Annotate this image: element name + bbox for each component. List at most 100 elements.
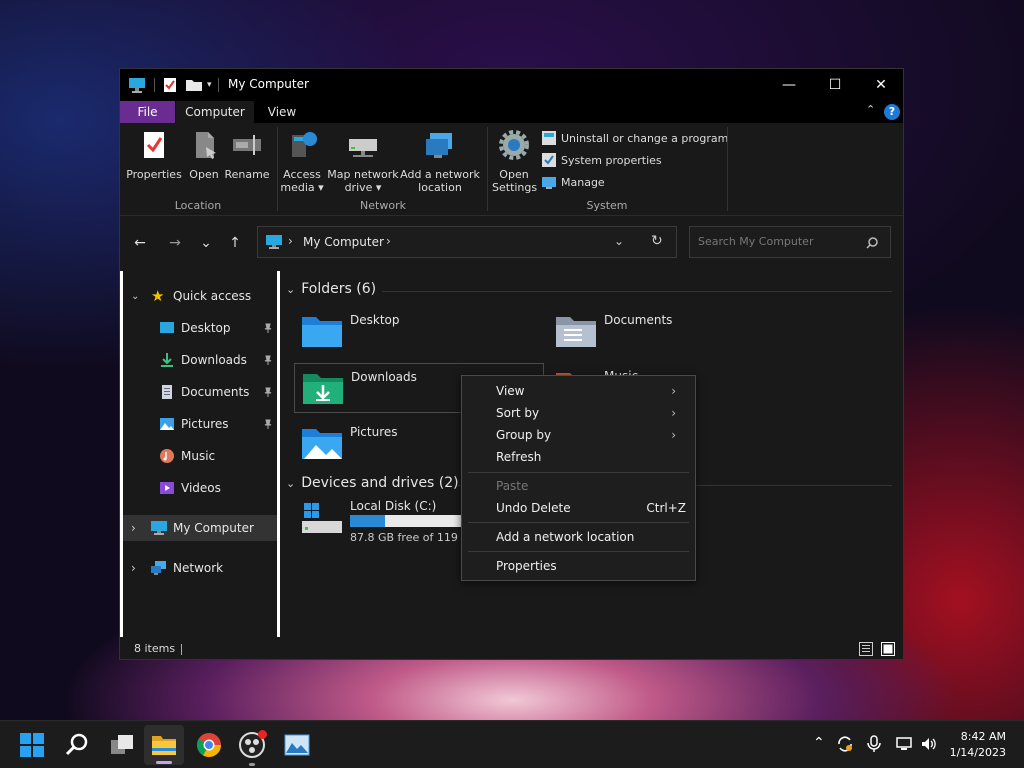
qa-dropdown-icon[interactable]: ▾ — [207, 80, 212, 90]
forward-button[interactable]: → — [165, 235, 185, 251]
close-button[interactable]: ✕ — [858, 69, 904, 101]
minimize-button[interactable]: — — [766, 69, 812, 101]
rename-button[interactable]: Rename — [224, 129, 270, 181]
chevron-right-icon[interactable]: › — [131, 521, 143, 535]
microphone-icon[interactable] — [865, 735, 883, 753]
menu-item-undo-delete[interactable]: Undo Delete Ctrl+Z — [496, 498, 686, 518]
search-box[interactable]: Search My Computer — [689, 226, 891, 258]
recent-locations-button[interactable]: ⌄ — [196, 235, 216, 251]
up-button[interactable]: ↑ — [225, 235, 245, 251]
breadcrumb-chevron-icon[interactable]: › — [288, 234, 293, 248]
properties-check-icon[interactable] — [163, 77, 177, 93]
breadcrumb-my-computer[interactable]: My Computer — [303, 235, 384, 249]
ribbon: Properties Open Rename Location Access m… — [120, 123, 903, 216]
pin-icon[interactable] — [263, 387, 273, 397]
drive-free-text: 87.8 GB free of 119 GB — [350, 531, 478, 544]
status-separator — [181, 644, 182, 655]
search-input[interactable]: Search My Computer — [698, 235, 813, 248]
photos-icon[interactable] — [283, 731, 311, 759]
ribbon-tabs: File Computer View ⌃ ? — [120, 101, 903, 123]
sidebar-item-my-computer[interactable]: › My Computer — [123, 515, 277, 541]
search-icon[interactable] — [866, 237, 878, 249]
sidebar-item-network[interactable]: › Network — [123, 555, 277, 581]
sync-icon[interactable] — [836, 735, 854, 753]
properties-icon — [144, 132, 164, 158]
window-title: My Computer — [228, 77, 309, 91]
volume-icon[interactable] — [920, 735, 938, 753]
system-properties-button[interactable]: System properties — [542, 151, 662, 169]
windows-start-icon[interactable] — [18, 731, 46, 759]
refresh-icon[interactable]: ↻ — [651, 233, 663, 249]
pin-icon[interactable] — [263, 323, 273, 333]
section-divider — [382, 291, 892, 292]
chevron-down-icon[interactable]: ⌄ — [286, 283, 295, 296]
properties-button[interactable]: Properties — [126, 129, 182, 181]
document-icon — [162, 385, 172, 399]
computer-icon — [129, 78, 145, 93]
network-status-icon[interactable] — [896, 735, 914, 753]
devices-group-header[interactable]: ⌄ Devices and drives (2) — [286, 475, 459, 491]
uninstall-icon — [542, 131, 556, 145]
sidebar-item-quick-access[interactable]: ⌄ ★ Quick access — [123, 283, 277, 309]
show-hidden-icons-icon[interactable]: ⌃ — [813, 735, 831, 753]
new-folder-icon[interactable] — [185, 78, 203, 92]
windows-drive-icon — [302, 503, 342, 533]
add-network-location-button[interactable]: Add a network location — [400, 129, 480, 194]
ribbon-separator — [487, 127, 488, 211]
taskbar: ⌃ 8:42 AM 1/14/2023 — [0, 720, 1024, 768]
open-button[interactable]: Open — [184, 129, 224, 181]
pin-icon[interactable] — [263, 355, 273, 365]
tab-file[interactable]: File — [120, 101, 175, 123]
menu-item-view[interactable]: View › — [496, 381, 686, 401]
computer-icon — [266, 235, 282, 249]
search-icon[interactable] — [63, 731, 91, 759]
map-network-drive-button[interactable]: Map network drive ▾ — [326, 129, 400, 194]
collapse-ribbon-icon[interactable]: ⌃ — [866, 103, 875, 116]
address-dropdown-icon[interactable]: ⌄ — [614, 234, 624, 248]
computer-icon — [151, 521, 167, 535]
chrome-icon[interactable] — [195, 731, 223, 759]
address-bar[interactable]: › My Computer › ⌄ ↻ — [257, 226, 677, 258]
menu-item-refresh[interactable]: Refresh — [496, 447, 686, 467]
chevron-down-icon[interactable]: ⌄ — [286, 477, 295, 490]
file-explorer-taskbar-item[interactable] — [144, 725, 184, 765]
system-properties-icon — [542, 153, 556, 167]
menu-item-sort-by[interactable]: Sort by › — [496, 403, 686, 423]
context-menu: View › Sort by › Group by › Refresh Past… — [461, 375, 696, 581]
menu-item-add-network-location[interactable]: Add a network location — [496, 527, 686, 547]
breadcrumb-chevron-icon[interactable]: › — [386, 234, 391, 248]
pin-icon[interactable] — [263, 419, 273, 429]
title-bar[interactable]: ▾ My Computer — ☐ ✕ — [120, 69, 903, 101]
network-icon — [151, 561, 166, 575]
task-view-icon[interactable] — [108, 731, 136, 759]
tab-view[interactable]: View — [258, 101, 306, 123]
details-view-icon[interactable] — [859, 642, 873, 656]
tab-computer[interactable]: Computer — [176, 101, 254, 123]
menu-item-paste[interactable]: Paste — [496, 476, 686, 496]
back-button[interactable]: ← — [130, 235, 150, 251]
drive-usage-fill — [350, 515, 385, 527]
obs-taskbar-item[interactable] — [238, 730, 268, 766]
chevron-down-icon[interactable]: ⌄ — [131, 291, 143, 302]
manage-button[interactable]: Manage — [542, 173, 605, 191]
access-media-button[interactable]: Access media ▾ — [280, 129, 324, 194]
help-icon[interactable]: ? — [884, 104, 900, 120]
chevron-right-icon[interactable]: › — [131, 561, 143, 575]
clock-time: 8:42 AM — [960, 730, 1006, 743]
large-icons-view-icon[interactable] — [881, 642, 895, 656]
group-network-label: Network — [360, 199, 406, 212]
map-network-drive-icon — [349, 139, 377, 157]
folder-documents[interactable]: Documents — [548, 307, 796, 357]
maximize-button[interactable]: ☐ — [812, 69, 858, 101]
chevron-right-icon: › — [671, 406, 676, 420]
folder-desktop[interactable]: Desktop — [294, 307, 542, 357]
navigation-pane: ⌄ ★ Quick access Desktop Downloads Docum… — [120, 271, 280, 637]
menu-separator — [468, 472, 689, 473]
folders-group-header[interactable]: ⌄ Folders (6) — [286, 281, 376, 297]
menu-item-group-by[interactable]: Group by › — [496, 425, 686, 445]
download-icon — [161, 353, 173, 367]
open-settings-button[interactable]: Open Settings — [492, 129, 537, 194]
menu-item-properties[interactable]: Properties — [496, 556, 686, 576]
uninstall-program-button[interactable]: Uninstall or change a program — [542, 129, 728, 147]
system-clock[interactable]: 8:42 AM 1/14/2023 — [950, 729, 1006, 761]
